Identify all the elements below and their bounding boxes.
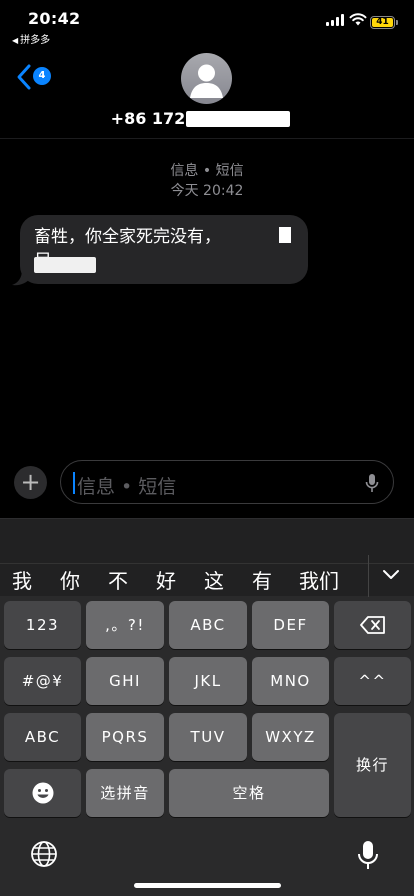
back-triangle-icon: ◀ [12,36,19,45]
key-label: GHI [109,672,141,690]
key-symbols[interactable]: #@¥ [4,657,81,705]
plus-icon: + [20,468,41,496]
keyboard: 我 你 不 好 这 有 我们 [0,518,414,896]
microphone-icon[interactable] [357,840,379,870]
person-icon [190,64,223,98]
status-bar: 20:42 ◀ 拼多多 41 [0,0,414,48]
chevron-down-icon[interactable] [381,567,401,583]
space-key[interactable]: 空格 [169,769,329,817]
candidate-word[interactable]: 你 [60,565,80,594]
key-label: TUV [190,728,226,746]
emoticon-key[interactable]: ^^ [334,657,411,705]
key-label: WXYZ [265,728,316,746]
key-ghi[interactable]: GHI [86,657,164,705]
select-pinyin-key[interactable]: 选拼音 [86,769,164,817]
status-time: 20:42 [28,9,81,28]
key-label: JKL [194,672,222,690]
contact-avatar[interactable] [181,53,232,104]
candidate-divider [368,555,369,597]
key-123[interactable]: 123 [4,601,81,649]
message-input-placeholder: 信息 • 短信 [77,476,177,498]
key-label: PQRS [101,728,149,746]
key-label: 换行 [355,756,389,774]
candidate-word[interactable]: 这 [204,565,224,594]
key-label: #@¥ [21,672,64,690]
candidate-word[interactable]: 我们 [299,565,339,594]
key-label: MNO [270,672,311,690]
message-timestamp: 今天 20:42 [170,183,244,199]
chevron-left-icon [17,64,31,90]
key-label: ,。?! [105,616,145,634]
key-punctuation[interactable]: ,。?! [86,601,164,649]
key-abc[interactable]: ABC [169,601,247,649]
key-label: ^^ [358,672,387,690]
key-label: ABC [190,616,226,634]
battery-icon: 41 [370,16,395,29]
redaction-mark [279,227,291,243]
back-button[interactable]: 4 [16,63,56,93]
battery-cap [396,20,398,25]
key-pqrs[interactable]: PQRS [86,713,164,761]
key-def[interactable]: DEF [252,601,329,649]
battery-level: 41 [372,18,393,27]
back-app-label: 拼多多 [20,35,51,46]
emoji-icon [32,782,53,804]
candidate-word[interactable]: 不 [108,565,128,594]
key-label: DEF [273,616,308,634]
cellular-signal-icon [326,14,344,26]
key-mno[interactable]: MNO [252,657,329,705]
unread-count-badge: 4 [33,67,51,85]
incoming-message-bubble[interactable]: 畜牲，你全家死完没有， 尸 [20,215,308,284]
redaction-mark [34,257,96,273]
candidate-bar: 我 你 不 好 这 有 我们 [0,518,414,597]
contact-phone: +86 172 [110,109,186,128]
key-label: ABC [24,728,61,746]
header-divider [0,138,414,139]
key-wxyz[interactable]: WXYZ [252,713,329,761]
emoji-key[interactable] [4,769,81,817]
message-input[interactable]: 信息 • 短信 [60,460,394,504]
service-label: 信息 • 短信 [170,163,244,179]
wifi-icon [349,13,367,26]
backspace-icon [359,616,385,634]
candidate-word[interactable]: 好 [156,565,176,594]
dictation-mic-icon[interactable] [365,473,379,493]
return-key[interactable]: 换行 [334,713,411,817]
home-indicator[interactable] [134,883,281,888]
candidate-word[interactable]: 有 [252,565,272,594]
globe-icon[interactable] [30,840,58,868]
key-tuv[interactable]: TUV [169,713,247,761]
message-text-line1: 畜牲，你全家死完没有， [34,227,221,247]
key-english-mode[interactable]: ABC [4,713,81,761]
key-label: 空格 [232,784,266,802]
delete-key[interactable] [334,601,411,649]
back-to-app-link[interactable]: ◀ 拼多多 [12,31,50,46]
key-label: 选拼音 [100,784,150,802]
apps-plus-button[interactable]: + [14,466,47,499]
redaction-mark [186,111,290,127]
text-cursor [73,472,75,494]
key-label: 123 [25,616,60,634]
key-jkl[interactable]: JKL [169,657,247,705]
candidate-word[interactable]: 我 [12,565,32,594]
